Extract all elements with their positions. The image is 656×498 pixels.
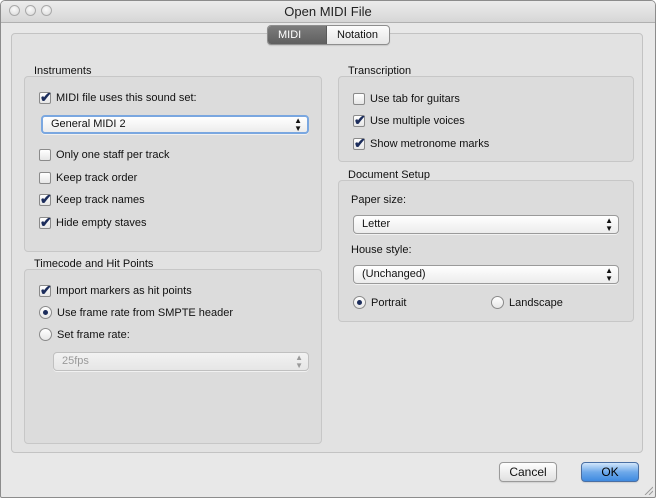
keep-order-checkbox-row[interactable]: Keep track order xyxy=(39,170,137,185)
paper-size-label: Paper size: xyxy=(351,194,407,206)
radio-dot-icon xyxy=(43,310,48,315)
hide-empty-label: Hide empty staves xyxy=(56,216,147,229)
check-icon: ✔ xyxy=(40,88,52,105)
keep-order-label: Keep track order xyxy=(56,171,138,184)
use-smpte-radio[interactable] xyxy=(39,306,52,319)
multiple-voices-checkbox[interactable]: ✔ xyxy=(353,111,366,128)
title-bar[interactable]: Open MIDI File xyxy=(1,1,655,23)
portrait-radio[interactable] xyxy=(353,296,366,309)
house-style-label: House style: xyxy=(351,244,412,256)
timecode-group: ✔ Import markers as hit points Use frame… xyxy=(24,269,322,444)
use-smpte-label: Use frame rate from SMPTE header xyxy=(57,306,234,319)
multiple-voices-checkbox-row[interactable]: ✔ Use multiple voices xyxy=(353,113,465,128)
resize-grip-icon[interactable] xyxy=(643,485,653,495)
portrait-radio-row[interactable]: Portrait xyxy=(353,295,406,310)
radio-dot-icon xyxy=(357,300,362,305)
hide-empty-checkbox-row[interactable]: ✔ Hide empty staves xyxy=(39,215,146,230)
house-style-select[interactable]: (Unchanged) ▲ ▼ xyxy=(353,265,619,284)
instruments-group: ✔ MIDI file uses this sound set: General… xyxy=(24,76,322,252)
ok-button[interactable]: OK xyxy=(581,462,639,482)
keep-order-checkbox[interactable] xyxy=(39,171,51,184)
multiple-voices-label: Use multiple voices xyxy=(370,114,465,127)
tab-notation[interactable]: Notation xyxy=(327,26,389,44)
select-arrows-icon: ▲ ▼ xyxy=(294,115,302,133)
uses-sound-set-checkbox-row[interactable]: ✔ MIDI file uses this sound set: xyxy=(39,90,197,105)
check-icon: ✔ xyxy=(40,190,52,207)
check-icon: ✔ xyxy=(354,111,366,128)
landscape-radio[interactable] xyxy=(491,296,504,309)
landscape-radio-row[interactable]: Landscape xyxy=(491,295,563,310)
metronome-marks-checkbox[interactable]: ✔ xyxy=(353,134,366,151)
paper-size-select[interactable]: Letter ▲ ▼ xyxy=(353,215,619,234)
one-staff-checkbox[interactable] xyxy=(39,148,51,161)
tab-midi-file[interactable]: MIDI File xyxy=(268,26,327,44)
house-style-value: (Unchanged) xyxy=(362,268,426,280)
one-staff-checkbox-row[interactable]: Only one staff per track xyxy=(39,147,170,162)
select-arrows-icon: ▲ ▼ xyxy=(605,215,613,233)
cancel-button[interactable]: Cancel xyxy=(499,462,557,482)
keep-names-label: Keep track names xyxy=(56,193,145,206)
frame-rate-select[interactable]: 25fps ▲ ▼ xyxy=(53,352,309,371)
check-icon: ✔ xyxy=(354,134,366,151)
keep-names-checkbox-row[interactable]: ✔ Keep track names xyxy=(39,192,145,207)
one-staff-label: Only one staff per track xyxy=(56,148,170,161)
sound-set-select[interactable]: General MIDI 2 ▲ ▼ xyxy=(41,115,309,134)
import-markers-label: Import markers as hit points xyxy=(56,284,192,297)
select-arrows-icon: ▲ ▼ xyxy=(295,352,303,370)
landscape-label: Landscape xyxy=(509,296,563,309)
paper-size-value: Letter xyxy=(362,218,391,230)
tab-panel: Instruments ✔ MIDI file uses this sound … xyxy=(11,33,643,453)
set-rate-radio-row[interactable]: Set frame rate: xyxy=(39,327,130,342)
hide-empty-checkbox[interactable]: ✔ xyxy=(39,213,52,230)
tab-guitars-checkbox-row[interactable]: Use tab for guitars xyxy=(353,91,460,106)
uses-sound-set-checkbox[interactable]: ✔ xyxy=(39,88,52,105)
select-arrows-icon: ▲ ▼ xyxy=(605,265,613,283)
transcription-group: Use tab for guitars ✔ Use multiple voice… xyxy=(338,76,634,162)
frame-rate-value: 25fps xyxy=(62,355,89,367)
import-markers-checkbox-row[interactable]: ✔ Import markers as hit points xyxy=(39,283,192,298)
metronome-marks-checkbox-row[interactable]: ✔ Show metronome marks xyxy=(353,136,489,151)
check-icon: ✔ xyxy=(40,281,52,298)
set-rate-radio[interactable] xyxy=(39,328,52,341)
portrait-label: Portrait xyxy=(371,296,407,309)
use-smpte-radio-row[interactable]: Use frame rate from SMPTE header xyxy=(39,305,233,320)
window-title: Open MIDI File xyxy=(284,4,372,19)
uses-sound-set-label: MIDI file uses this sound set: xyxy=(56,91,197,104)
metronome-marks-label: Show metronome marks xyxy=(370,137,490,150)
sound-set-value: General MIDI 2 xyxy=(51,118,126,130)
set-rate-label: Set frame rate: xyxy=(57,328,130,341)
dialog-window: Open MIDI File MIDI File Notation Instru… xyxy=(0,0,656,498)
document-setup-group: Paper size: Letter ▲ ▼ House style: (Unch… xyxy=(338,180,634,322)
import-markers-checkbox[interactable]: ✔ xyxy=(39,281,52,298)
keep-names-checkbox[interactable]: ✔ xyxy=(39,190,52,207)
tab-guitars-checkbox[interactable] xyxy=(353,92,365,105)
check-icon: ✔ xyxy=(40,213,52,230)
tab-bar: MIDI File Notation xyxy=(267,25,390,45)
tab-guitars-label: Use tab for guitars xyxy=(370,92,460,105)
